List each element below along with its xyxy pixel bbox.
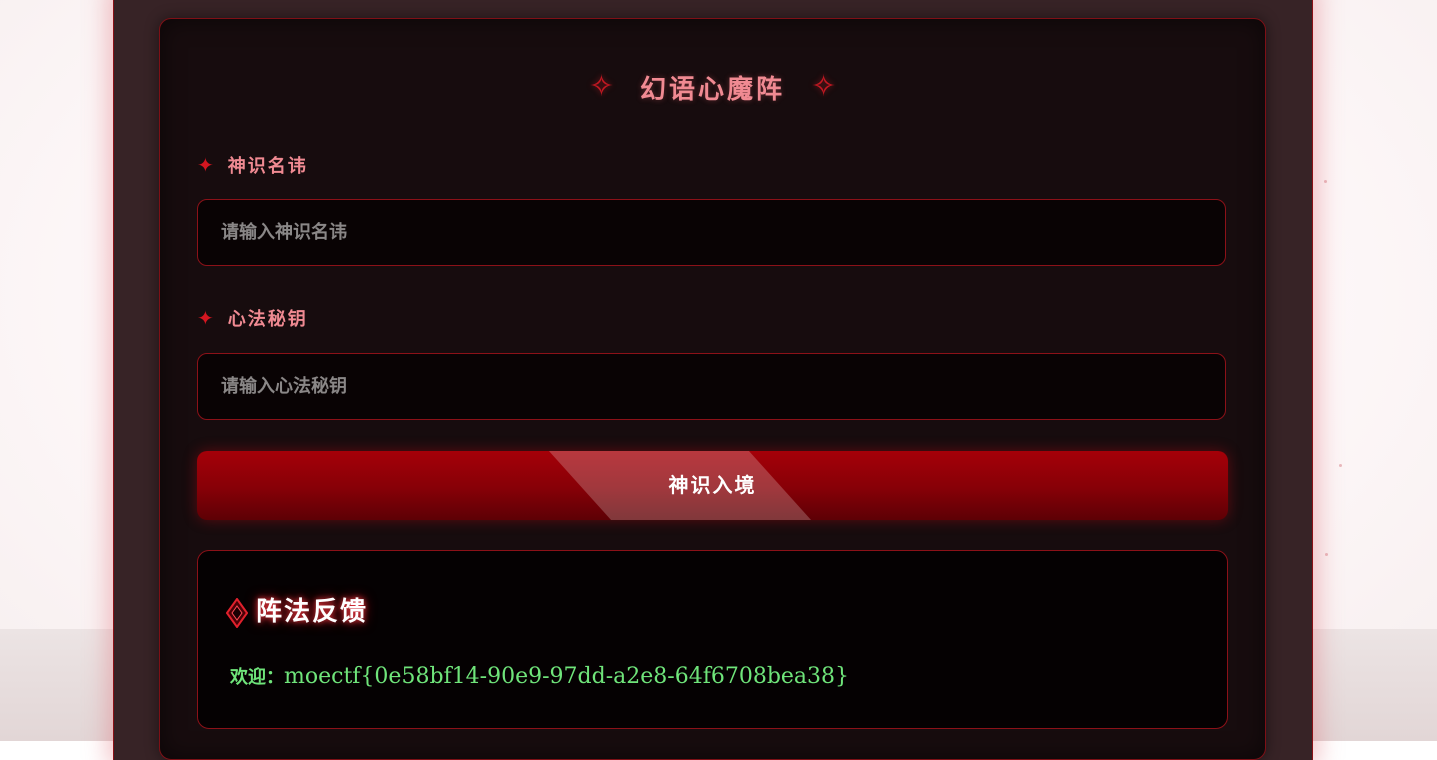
welcome-label: 欢迎： — [230, 667, 284, 688]
feedback-header: 阵法反馈 — [226, 591, 368, 628]
star-icon: ✦ — [197, 153, 214, 177]
username-label: ✦ 神识名讳 — [197, 152, 308, 178]
password-input[interactable] — [197, 353, 1226, 420]
panel-header: ✧ 幻语心魔阵 ✧ — [159, 62, 1266, 112]
username-input[interactable] — [197, 199, 1226, 266]
submit-button[interactable]: 神识入境 — [197, 451, 1228, 520]
flag-text: moectf{0e58bf14-90e9-97dd-a2e8-64f6708be… — [284, 664, 850, 689]
panel-title: 幻语心魔阵 — [639, 74, 785, 105]
particle-dot — [1324, 180, 1327, 183]
feedback-message: 欢迎： moectf{0e58bf14-90e9-97dd-a2e8-64f67… — [230, 663, 849, 689]
diamond-icon — [226, 597, 248, 628]
feedback-title: 阵法反馈 — [256, 597, 369, 627]
submit-button-label: 神识入境 — [668, 473, 757, 497]
password-label-text: 心法秘钥 — [227, 309, 308, 330]
sparkle-icon-right: ✧ — [811, 69, 837, 104]
feedback-panel: 阵法反馈 欢迎： moectf{0e58bf14-90e9-97dd-a2e8-… — [197, 550, 1228, 729]
username-label-text: 神识名讳 — [227, 156, 308, 177]
particle-dot — [1325, 553, 1328, 556]
particle-dot — [1339, 464, 1342, 467]
sparkle-icon-left: ✧ — [588, 69, 614, 104]
star-icon: ✦ — [197, 306, 214, 330]
password-label: ✦ 心法秘钥 — [197, 305, 308, 331]
